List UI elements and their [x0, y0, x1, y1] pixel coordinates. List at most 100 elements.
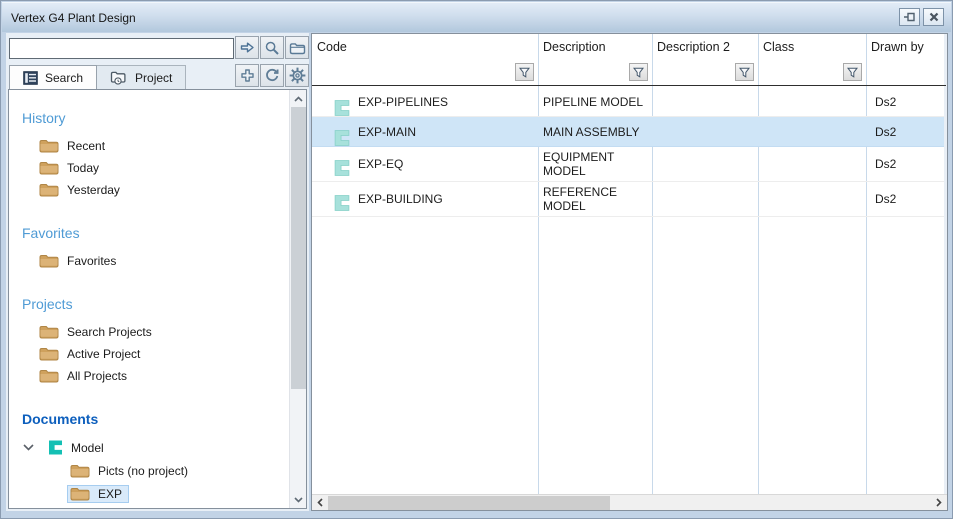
pin-button[interactable] [899, 8, 920, 26]
close-button[interactable] [923, 8, 944, 26]
add-button[interactable] [235, 64, 259, 87]
cell-description: EQUIPMENT MODEL [538, 147, 652, 181]
hscroll-thumb[interactable] [328, 496, 610, 510]
tree-scrollbar-thumb[interactable] [291, 107, 306, 389]
chevron-down-icon[interactable] [23, 444, 34, 451]
cell-code: EXP-PIPELINES [312, 87, 538, 116]
column-header-class[interactable]: Class [758, 34, 866, 86]
tree-item-label: Active Project [67, 347, 140, 361]
tree-node-model[interactable]: Model [9, 436, 289, 459]
cell-code: EXP-MAIN [312, 117, 538, 146]
filter-button[interactable] [515, 63, 534, 81]
title-bar[interactable]: Vertex G4 Plant Design [2, 2, 951, 32]
cell-class [758, 87, 866, 116]
folder-icon [70, 487, 90, 501]
tree-item-favorites[interactable]: Favorites [9, 250, 289, 272]
folder-icon [70, 464, 90, 478]
tree-item-yesterday[interactable]: Yesterday [9, 179, 289, 201]
tree-item-picts[interactable]: Picts (no project) [9, 459, 289, 482]
folder-icon [39, 369, 59, 383]
column-label: Description [543, 40, 606, 54]
table-row[interactable]: EXP-EQ EQUIPMENT MODEL Ds2 [312, 147, 944, 182]
tree-item-active-project[interactable]: Active Project [9, 343, 289, 365]
cell-description: PIPELINE MODEL [538, 87, 652, 116]
cell-code: EXP-BUILDING [312, 182, 538, 216]
tree-scrollbar[interactable] [289, 90, 306, 508]
tab-project[interactable]: Project [97, 65, 186, 89]
folder-icon [39, 161, 59, 175]
tree-item-exp-selected[interactable]: EXP [9, 482, 289, 505]
cell-description: REFERENCE MODEL [538, 182, 652, 216]
tree-item-label: Picts (no project) [98, 464, 188, 478]
tree-item-label: Favorites [67, 254, 116, 268]
filter-button[interactable] [735, 63, 754, 81]
folder-icon [39, 139, 59, 153]
scroll-up-icon[interactable] [290, 90, 307, 107]
tree-item-recent[interactable]: Recent [9, 135, 289, 157]
navigator-tabs: Search Project [9, 65, 186, 89]
code-text: EXP-EQ [358, 157, 403, 171]
tab-project-label: Project [135, 71, 172, 85]
cell-class [758, 147, 866, 181]
model-icon [333, 194, 351, 212]
table-row-selected[interactable]: EXP-MAIN MAIN ASSEMBLY Ds2 [312, 117, 944, 147]
code-text: EXP-PIPELINES [358, 95, 448, 109]
cell-drawn-by: Ds2 [866, 87, 946, 116]
cell-drawn-by: Ds2 [866, 182, 946, 216]
tree-item-all-projects[interactable]: All Projects [9, 365, 289, 387]
cell-description2 [652, 117, 758, 146]
cell-code: EXP-EQ [312, 147, 538, 181]
column-label: Code [317, 40, 347, 54]
refresh-button[interactable] [260, 64, 284, 87]
tree-heading-documents[interactable]: Documents [22, 411, 289, 427]
column-header-code[interactable]: Code [312, 34, 538, 86]
table-row[interactable]: EXP-BUILDING REFERENCE MODEL Ds2 [312, 182, 944, 217]
go-button[interactable] [235, 36, 259, 59]
go-arrow-icon [239, 40, 255, 55]
cell-drawn-by: Ds2 [866, 117, 946, 146]
search-input[interactable] [9, 38, 234, 59]
column-label: Drawn by [871, 40, 924, 54]
drawing-page-icon [47, 509, 64, 510]
navigator-tree: History Recent Today Yesterday Favorites… [8, 89, 307, 509]
model-icon [333, 129, 351, 147]
tree-item-today[interactable]: Today [9, 157, 289, 179]
column-header-description2[interactable]: Description 2 [652, 34, 758, 86]
tree-heading-favorites[interactable]: Favorites [22, 225, 289, 241]
tree-node-drawing[interactable]: Drawing [9, 505, 289, 509]
close-icon [929, 12, 939, 22]
scroll-left-icon[interactable] [312, 495, 328, 510]
scroll-down-icon[interactable] [290, 491, 307, 508]
folder-icon [39, 347, 59, 361]
column-header-drawn-by[interactable]: Drawn by [866, 34, 946, 86]
filter-button[interactable] [629, 63, 648, 81]
code-text: EXP-BUILDING [358, 192, 443, 206]
search-button[interactable] [260, 36, 284, 59]
tab-search-label: Search [45, 71, 83, 85]
cell-description: MAIN ASSEMBLY [538, 117, 652, 146]
tree-item-label: Search Projects [67, 325, 152, 339]
column-header-description[interactable]: Description [538, 34, 652, 86]
open-folder-button[interactable] [285, 36, 309, 59]
cell-description2 [652, 182, 758, 216]
table-body: EXP-PIPELINES PIPELINE MODEL Ds2 EXP-MAI… [312, 87, 944, 217]
tree-heading-history[interactable]: History [22, 110, 289, 126]
cell-description2 [652, 147, 758, 181]
gear-icon [289, 67, 306, 84]
cell-class [758, 182, 866, 216]
column-label: Description 2 [657, 40, 730, 54]
table-row[interactable]: EXP-PIPELINES PIPELINE MODEL Ds2 [312, 87, 944, 117]
tree-heading-projects[interactable]: Projects [22, 296, 289, 312]
cell-drawn-by: Ds2 [866, 147, 946, 181]
tab-search[interactable]: Search [9, 65, 97, 89]
scroll-right-icon[interactable] [931, 495, 947, 510]
folder-icon [39, 325, 59, 339]
table-horizontal-scrollbar[interactable] [312, 494, 947, 510]
filter-button[interactable] [843, 63, 862, 81]
settings-button[interactable] [285, 64, 309, 87]
code-text: EXP-MAIN [358, 125, 416, 139]
app-window: Vertex G4 Plant Design [0, 0, 953, 519]
tree-item-search-projects[interactable]: Search Projects [9, 321, 289, 343]
folder-icon [289, 41, 306, 55]
tree-node-label: Model [71, 441, 104, 455]
